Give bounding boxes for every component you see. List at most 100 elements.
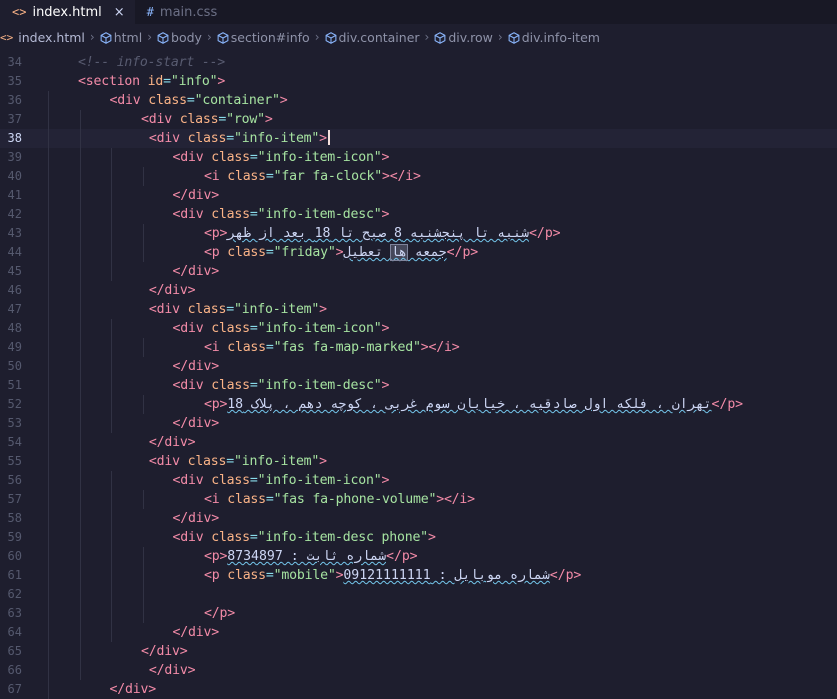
code-token: "info-item" xyxy=(234,302,320,317)
code-line[interactable]: 40 <i class="far fa-clock"></i> xyxy=(0,167,837,186)
breadcrumb-item[interactable]: section#info xyxy=(217,30,310,45)
code-line[interactable]: 63 </p> xyxy=(0,604,837,623)
code-line[interactable]: 47 <div class="info-item"> xyxy=(0,300,837,319)
line-number: 45 xyxy=(7,264,22,278)
code-line[interactable]: 41 </div> xyxy=(0,186,837,205)
indent-guide xyxy=(111,623,112,642)
code-token: <i xyxy=(204,492,228,507)
persian-text: تهران ، فلکه اول صادقیه ، خیابان سوم غرب… xyxy=(227,397,712,412)
code-token: <div xyxy=(172,530,212,545)
code-token: "friday" xyxy=(273,245,336,260)
code-line[interactable]: 43 <p>شنبه تا پنجشنبه 8 صبح تا 18 بعد از … xyxy=(0,224,837,243)
tab-main-css[interactable]: # main.css xyxy=(135,0,228,24)
indent-guide xyxy=(48,680,49,699)
code-line[interactable]: 66 </div> xyxy=(0,661,837,680)
indent-guide xyxy=(79,433,81,452)
code-token: </p> xyxy=(528,226,561,241)
line-number: 53 xyxy=(7,416,22,430)
indent-guide xyxy=(111,243,112,262)
code-line[interactable]: 58 </div> xyxy=(0,509,837,528)
code-token: class xyxy=(187,131,227,146)
code-line[interactable]: 60 <p>شماره ثابت : 8734897</p> xyxy=(0,547,837,566)
code-editor[interactable]: 34 <!-- info-start --> 35 <section id="info… xyxy=(0,53,837,699)
code-text: </div> xyxy=(110,680,157,699)
indent-guide xyxy=(48,205,49,224)
chevron-right-icon: › xyxy=(89,30,95,44)
close-icon[interactable]: × xyxy=(114,5,125,20)
code-text: </div> xyxy=(149,661,196,680)
code-token: = xyxy=(186,93,195,108)
code-token: = xyxy=(163,74,171,89)
code-line[interactable]: 67 </div> xyxy=(0,680,837,699)
html-file-icon: <> xyxy=(0,30,14,44)
code-line[interactable]: 53 </div> xyxy=(0,414,837,433)
indent-guide xyxy=(48,642,49,661)
code-text: <div class="info-item-icon"> xyxy=(173,471,390,490)
code-line[interactable]: 65 </div> xyxy=(0,642,837,661)
line-number: 48 xyxy=(7,321,22,335)
indent-guide xyxy=(79,338,81,357)
indent-guide xyxy=(48,604,49,623)
code-line[interactable]: 52 <p>تهران ، فلکه اول صادقیه ، خیابان سو… xyxy=(0,395,837,414)
code-line[interactable]: 36 <div class="container"> xyxy=(0,91,837,110)
code-line[interactable]: 51 <div class="info-item-desc"> xyxy=(0,376,837,395)
code-line[interactable]: 57 <i class="fas fa-phone-volume"></i> xyxy=(0,490,837,509)
code-line[interactable]: 54 </div> xyxy=(0,433,837,452)
code-line[interactable]: 34 <!-- info-start --> xyxy=(0,53,837,72)
code-line[interactable]: 46 </div> xyxy=(0,281,837,300)
code-line[interactable]: 61 <p class="mobile">شماره موبایل : 09121… xyxy=(0,566,837,585)
code-line[interactable]: 45 </div> xyxy=(0,262,837,281)
indent-guide xyxy=(111,167,112,186)
breadcrumb-item[interactable]: div.row xyxy=(434,30,493,45)
code-token: "info-item-desc phone" xyxy=(257,530,428,545)
code-token: "info-item" xyxy=(234,131,320,146)
code-token: <div xyxy=(141,112,180,127)
indent-guide xyxy=(48,224,49,243)
code-line[interactable]: 44 <p class="friday"> جمعه ها تعطیل </p> xyxy=(0,243,837,262)
indent-guide xyxy=(79,528,81,547)
line-number: 38 xyxy=(7,131,22,145)
code-line[interactable]: 48 <div class="info-item-icon"> xyxy=(0,319,837,338)
indent-guide xyxy=(79,357,81,376)
code-line[interactable]: 64 </div> xyxy=(0,623,837,642)
code-line[interactable]: 39 <div class="info-item-icon"> xyxy=(0,148,837,167)
code-token: = xyxy=(226,131,235,146)
code-line[interactable]: 35 <section id="info"> xyxy=(0,72,837,91)
breadcrumb-label: section#info xyxy=(230,29,310,45)
code-token: > xyxy=(427,530,436,545)
breadcrumb-label: div.container xyxy=(338,29,420,45)
indent-guide xyxy=(48,471,49,490)
breadcrumb-item[interactable]: div.container xyxy=(325,30,420,45)
code-line[interactable]: 49 <i class="fas fa-map-marked"></i> xyxy=(0,338,837,357)
code-token: <!-- info-start --> xyxy=(78,55,226,70)
code-line[interactable]: 56 <div class="info-item-icon"> xyxy=(0,471,837,490)
line-number: 55 xyxy=(7,454,22,468)
code-line[interactable]: 62 xyxy=(0,585,837,604)
code-line[interactable]: 50 </div> xyxy=(0,357,837,376)
code-token: class xyxy=(211,473,250,488)
code-line[interactable]: 55 <div class="info-item"> xyxy=(0,452,837,471)
code-line[interactable]: 37 <div class="row"> xyxy=(0,110,837,129)
breadcrumb-item[interactable]: index.html xyxy=(18,30,85,45)
cube-icon xyxy=(217,32,229,44)
breadcrumb-item[interactable]: html xyxy=(100,30,142,45)
code-token: <div xyxy=(172,378,212,393)
chevron-right-icon: › xyxy=(424,30,430,44)
indent-guide xyxy=(79,395,81,414)
code-line[interactable]: 59 <div class="info-item-desc phone"> xyxy=(0,528,837,547)
code-token: </div> xyxy=(172,416,220,431)
code-token: <i xyxy=(204,340,228,355)
line-number: 37 xyxy=(7,112,22,126)
breadcrumb-item[interactable]: body xyxy=(157,30,202,45)
indent-guide xyxy=(48,452,49,471)
breadcrumb-label: body xyxy=(171,29,202,45)
code-token: </div> xyxy=(141,644,188,659)
tab-label: main.css xyxy=(159,4,218,20)
code-line[interactable]: 38 <div class="info-item"> xyxy=(0,129,837,148)
indent-guide xyxy=(79,471,81,490)
indent-guide xyxy=(48,110,49,129)
code-line[interactable]: 42 <div class="info-item-desc"> xyxy=(0,205,837,224)
code-token: = xyxy=(249,150,258,165)
breadcrumb-item[interactable]: div.info-item xyxy=(508,30,600,45)
tab-index-html[interactable]: <> index.html × xyxy=(0,0,135,24)
